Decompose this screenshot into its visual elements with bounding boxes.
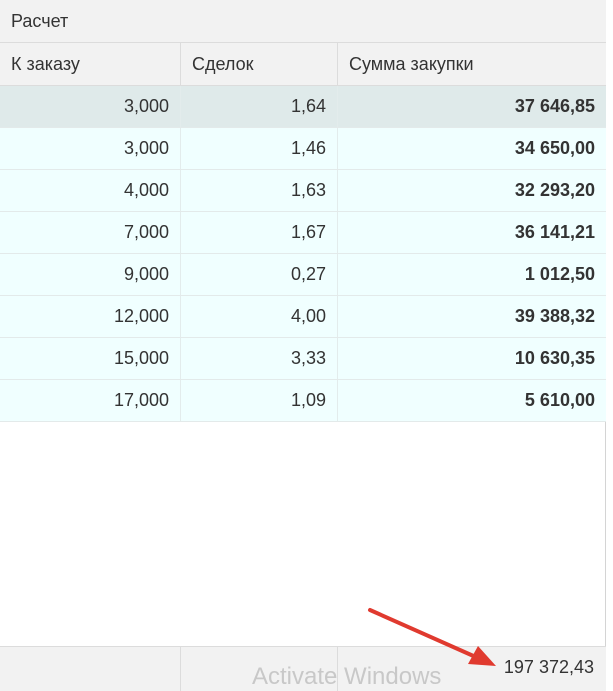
table-row[interactable]: 3,000 1,64 37 646,85 — [0, 86, 606, 128]
cell-purchase-sum[interactable]: 37 646,85 — [338, 86, 606, 127]
footer-cell-deals — [181, 647, 338, 691]
cell-deals[interactable]: 1,46 — [181, 128, 338, 169]
column-header-to-order[interactable]: К заказу — [0, 43, 181, 85]
cell-to-order[interactable]: 7,000 — [0, 212, 181, 253]
footer-cell-to-order — [0, 647, 181, 691]
cell-purchase-sum[interactable]: 39 388,32 — [338, 296, 606, 337]
cell-to-order[interactable]: 3,000 — [0, 128, 181, 169]
table-row[interactable]: 17,000 1,09 5 610,00 — [0, 380, 606, 422]
cell-deals[interactable]: 1,09 — [181, 380, 338, 421]
cell-to-order[interactable]: 12,000 — [0, 296, 181, 337]
cell-deals[interactable]: 1,67 — [181, 212, 338, 253]
panel-title: Расчет — [0, 0, 606, 43]
cell-purchase-sum[interactable]: 34 650,00 — [338, 128, 606, 169]
cell-deals[interactable]: 1,63 — [181, 170, 338, 211]
calculation-panel: Расчет К заказу Сделок Сумма закупки 3,0… — [0, 0, 606, 691]
cell-to-order[interactable]: 3,000 — [0, 86, 181, 127]
table-row[interactable]: 9,000 0,27 1 012,50 — [0, 254, 606, 296]
cell-purchase-sum[interactable]: 36 141,21 — [338, 212, 606, 253]
column-header-purchase-sum[interactable]: Сумма закупки — [338, 43, 606, 85]
grid-header: К заказу Сделок Сумма закупки — [0, 43, 606, 86]
cell-to-order[interactable]: 15,000 — [0, 338, 181, 379]
grid-body: 3,000 1,64 37 646,85 3,000 1,46 34 650,0… — [0, 86, 606, 422]
grid-footer: 197 372,43 — [0, 646, 606, 691]
cell-deals[interactable]: 4,00 — [181, 296, 338, 337]
table-row[interactable]: 7,000 1,67 36 141,21 — [0, 212, 606, 254]
arrow-icon — [368, 608, 496, 666]
cell-purchase-sum[interactable]: 10 630,35 — [338, 338, 606, 379]
cell-purchase-sum[interactable]: 32 293,20 — [338, 170, 606, 211]
table-row[interactable]: 12,000 4,00 39 388,32 — [0, 296, 606, 338]
cell-to-order[interactable]: 4,000 — [0, 170, 181, 211]
cell-deals[interactable]: 3,33 — [181, 338, 338, 379]
purchase-sum-total: 197 372,43 — [503, 657, 594, 677]
cell-to-order[interactable]: 17,000 — [0, 380, 181, 421]
table-row[interactable]: 4,000 1,63 32 293,20 — [0, 170, 606, 212]
table-row[interactable]: 15,000 3,33 10 630,35 — [0, 338, 606, 380]
cell-purchase-sum[interactable]: 1 012,50 — [338, 254, 606, 295]
column-header-deals[interactable]: Сделок — [181, 43, 338, 85]
cell-deals[interactable]: 0,27 — [181, 254, 338, 295]
cell-deals[interactable]: 1,64 — [181, 86, 338, 127]
cell-to-order[interactable]: 9,000 — [0, 254, 181, 295]
cell-purchase-sum[interactable]: 5 610,00 — [338, 380, 606, 421]
table-row[interactable]: 3,000 1,46 34 650,00 — [0, 128, 606, 170]
